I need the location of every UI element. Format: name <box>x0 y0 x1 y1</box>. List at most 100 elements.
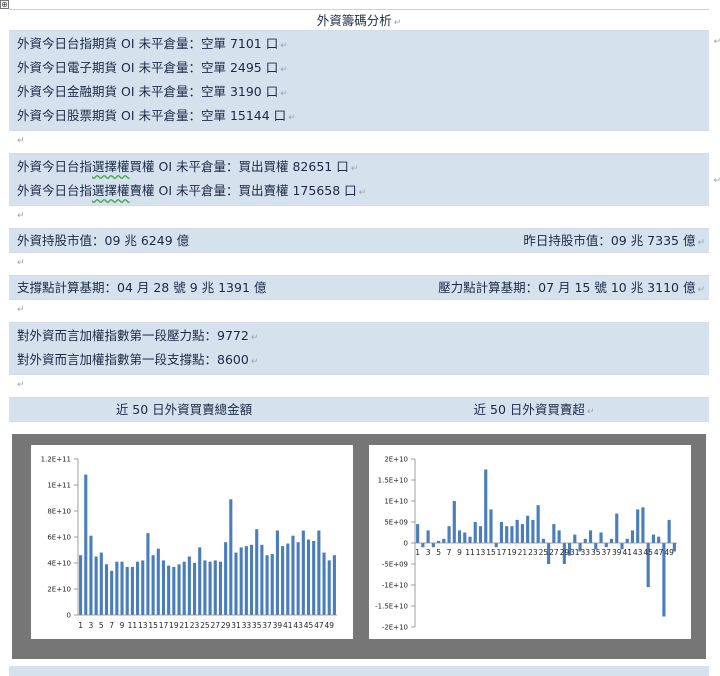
chart-header-row: 近 50 日外資買賣總金額 近 50 日外資買賣超 ↵ <box>9 398 709 422</box>
table-move-handle[interactable]: ⊕ <box>0 0 9 9</box>
bar <box>457 530 462 543</box>
bar <box>239 547 243 615</box>
next-row-band <box>9 666 709 676</box>
bar <box>636 509 640 543</box>
options-oi-line-call: 外資今日台指選擇權買權 OI 未平倉量：買出買權 82651 口 ↵ <box>17 159 359 174</box>
chart-net-buy-sell: -2E+10 -1.5E+10 -1E+10 -5E+09 0 5E+09 1E+10 1.5… <box>369 445 691 639</box>
chart-header-net: 近 50 日外資買賣超 ↵ <box>473 402 595 417</box>
x-tick-label: 5 <box>99 621 104 630</box>
y-tick-label: 1.2E+11 <box>41 456 71 464</box>
y-tick-label: -2E+10 <box>382 624 408 632</box>
market-value-today: 外資持股市值：09 兆 6249 億 <box>17 233 190 248</box>
x-tick-label: 37 <box>262 621 272 630</box>
x-tick-label: 27 <box>210 621 220 630</box>
futures-oi-cell: 外資今日台指期貨 OI 未平倉量：空單 7101 口 ↵ 外資今日電子期貨 OI … <box>9 31 720 131</box>
x-tick-label: 41 <box>622 548 632 557</box>
bar <box>317 530 321 615</box>
paragraph-mark: ↵ <box>17 258 25 268</box>
x-tick-label: 13 <box>138 621 148 630</box>
futures-oi-line-finance: 外資今日金融期貨 OI 未平倉量：空單 3190 口 ↵ <box>17 84 288 99</box>
bar <box>234 552 238 615</box>
bar <box>306 539 311 615</box>
y-tick-label: 1E+10 <box>384 498 408 506</box>
index-pressure-level: 對外資而言加權指數第一段壓力點：9772 ↵ <box>17 328 259 343</box>
chart-total-amount-svg: 02E+104E+106E+108E+101E+111.2E+111 3 5 7 9 11… <box>41 456 337 630</box>
bar <box>265 555 269 615</box>
bar <box>322 552 326 615</box>
x-tick-label: 11 <box>465 548 475 557</box>
bar <box>218 561 223 615</box>
x-tick-label: 39 <box>612 548 622 557</box>
y-tick-label: 2E+10 <box>384 456 408 464</box>
bar <box>182 561 186 615</box>
y-tick-label: -1E+10 <box>382 582 408 590</box>
x-tick-label: 23 <box>190 621 200 630</box>
bar <box>255 529 259 615</box>
bar <box>312 540 316 615</box>
bar <box>416 524 420 543</box>
cell-end-mark: ↵ <box>713 176 720 186</box>
chart-total-amount: 0 2E+10 4E+10 6E+10 8E+10 1E+11 1.2E+11 1 3 5 7 9 11… <box>31 445 353 639</box>
cell-end-mark: ↵ <box>713 37 720 47</box>
paragraph-mark: ↵ <box>17 380 25 390</box>
bar <box>177 564 181 615</box>
bar <box>260 544 264 615</box>
futures-oi-line-electronics: 外資今日電子期貨 OI 未平倉量：空單 2495 口 ↵ <box>17 60 288 75</box>
x-tick-label: 31 <box>570 548 580 557</box>
index-support-level: 對外資而言加權指數第一段支撐點：8600 ↵ <box>17 352 259 367</box>
x-tick-label: 47 <box>314 621 324 630</box>
bar <box>520 524 524 543</box>
bar <box>115 561 119 615</box>
spacer-row: ↵ <box>9 300 709 323</box>
bar <box>244 546 248 615</box>
bar <box>615 513 619 543</box>
bar <box>203 560 207 615</box>
y-tick-label: 5E+09 <box>384 519 408 527</box>
x-tick-label: 29 <box>221 621 231 630</box>
x-tick-label: 41 <box>283 621 293 630</box>
x-tick-label: 23 <box>528 548 538 557</box>
options-oi-cell: 外資今日台指選擇權買權 OI 未平倉量：買出買權 82651 口 ↵ 外資今日台指… <box>9 154 720 206</box>
bar <box>94 556 98 615</box>
table-title-row: 外資籌碼分析 ↵ <box>9 9 709 31</box>
bar <box>630 530 635 543</box>
bar <box>136 561 140 615</box>
bar <box>172 566 176 615</box>
x-tick-label: 13 <box>476 548 486 557</box>
x-tick-label: 49 <box>664 548 674 557</box>
bar <box>99 552 103 615</box>
bar <box>270 553 274 615</box>
bar <box>452 501 456 543</box>
support-base-period: 支撐點計算基期：04 月 28 號 9 兆 1391 億 <box>17 280 267 295</box>
bar <box>79 555 83 615</box>
bar <box>141 560 145 615</box>
x-tick-label: 9 <box>120 621 125 630</box>
spacer-row: ↵ <box>9 206 709 229</box>
y-tick-label: 4E+10 <box>47 560 71 568</box>
bar <box>275 530 279 615</box>
bar <box>120 561 124 615</box>
bar <box>609 538 614 543</box>
paragraph-mark: ↵ <box>393 18 402 28</box>
x-tick-label: 15 <box>148 621 158 630</box>
x-tick-label: 15 <box>486 548 496 557</box>
bar <box>526 515 530 543</box>
y-tick-label: 6E+10 <box>47 534 71 542</box>
bar <box>213 560 217 615</box>
charts-frame: 0 2E+10 4E+10 6E+10 8E+10 1E+11 1.2E+11 1 3 5 7 9 11… <box>12 434 706 659</box>
bar <box>296 542 300 615</box>
index-levels-cell: 對外資而言加權指數第一段壓力點：9772 ↵ 對外資而言加權指數第一段支撐點：86… <box>9 323 709 375</box>
y-tick-label: -5E+09 <box>382 561 408 569</box>
x-tick-label: 47 <box>654 548 664 557</box>
spacer-row: ↵ <box>9 253 709 276</box>
x-tick-label: 45 <box>304 621 314 630</box>
base-period-row: 支撐點計算基期：04 月 28 號 9 兆 1391 億 壓力點計算基期：07 … <box>9 276 709 300</box>
x-tick-label: 3 <box>426 548 431 557</box>
bar <box>657 536 661 543</box>
paragraph-mark: ↵ <box>17 136 25 146</box>
bar <box>588 530 593 543</box>
x-tick-label: 19 <box>169 621 179 630</box>
bar <box>651 534 655 543</box>
x-tick-label: 43 <box>293 621 303 630</box>
bar <box>541 538 545 543</box>
